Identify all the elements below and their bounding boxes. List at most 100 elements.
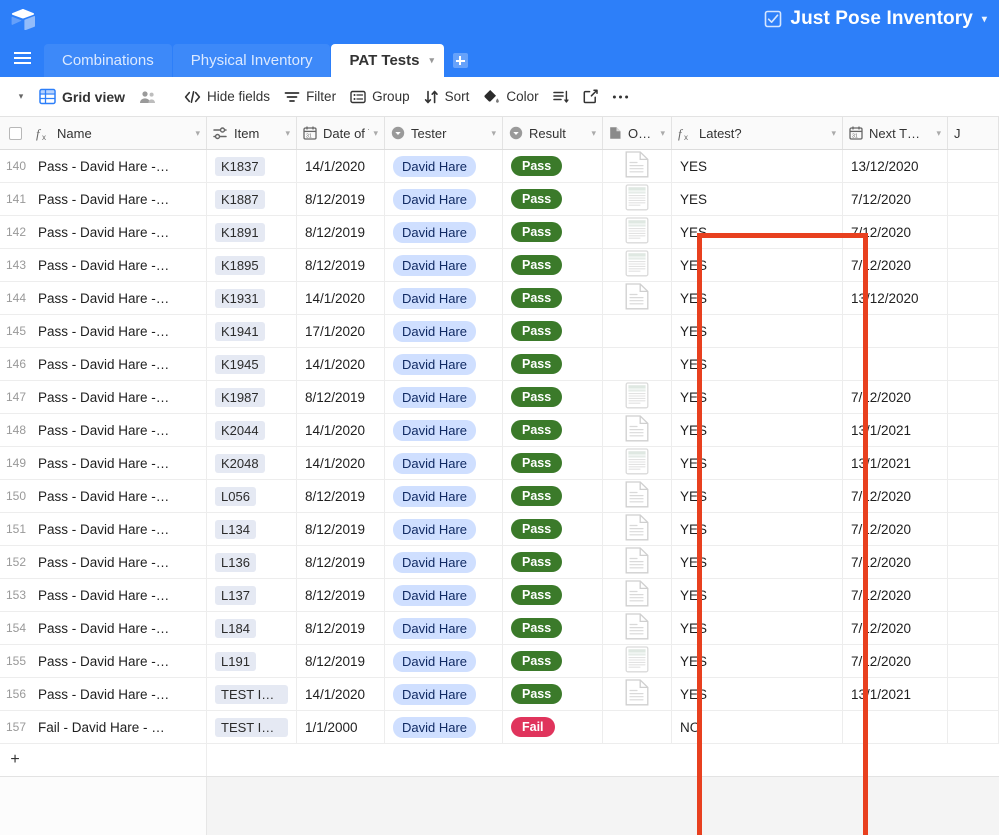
table-row[interactable]: 153 Pass - David Hare -… L137 8/12/2019 Davi… — [0, 579, 999, 612]
cell-attachment[interactable] — [603, 249, 672, 281]
cell-date-of-test[interactable]: 1/1/2000 — [297, 711, 385, 743]
cell-date-of-test[interactable]: 8/12/2019 — [297, 480, 385, 512]
cell-latest[interactable]: YES — [672, 381, 843, 413]
cell-partial[interactable] — [948, 315, 999, 347]
chevron-down-icon[interactable]: ▾ — [936, 128, 941, 139]
cell-result[interactable]: Pass — [503, 381, 603, 413]
cell-attachment[interactable] — [603, 183, 672, 215]
color-button[interactable]: Color — [476, 84, 545, 109]
cell-next-test[interactable]: 13/1/2021 — [843, 678, 948, 710]
cell-partial[interactable] — [948, 381, 999, 413]
table-row[interactable]: 142 Pass - David Hare -… K1891 8/12/2019 Dav… — [0, 216, 999, 249]
cell-name[interactable]: Pass - David Hare -… — [30, 315, 207, 347]
filter-button[interactable]: Filter — [277, 84, 343, 109]
cell-result[interactable]: Pass — [503, 348, 603, 380]
document-thumbnail-icon[interactable] — [625, 382, 649, 412]
cell-name[interactable]: Pass - David Hare -… — [30, 480, 207, 512]
cell-tester[interactable]: David Hare — [385, 513, 503, 545]
cell-item[interactable]: K1931 — [207, 282, 297, 314]
cell-partial[interactable] — [948, 216, 999, 248]
column-header-attachment[interactable]: O… ▾ — [603, 117, 672, 149]
document-page-icon[interactable] — [625, 415, 649, 445]
select-all-checkbox[interactable] — [0, 117, 30, 149]
cell-latest[interactable]: YES — [672, 513, 843, 545]
cell-result[interactable]: Fail — [503, 711, 603, 743]
cell-next-test[interactable]: 7/12/2020 — [843, 249, 948, 281]
hide-fields-button[interactable]: Hide fields — [177, 84, 277, 109]
cell-result[interactable]: Pass — [503, 480, 603, 512]
cell-latest[interactable]: YES — [672, 645, 843, 677]
cell-next-test[interactable]: 7/12/2020 — [843, 183, 948, 215]
cell-result[interactable]: Pass — [503, 612, 603, 644]
cell-latest[interactable]: YES — [672, 249, 843, 281]
cell-partial[interactable] — [948, 678, 999, 710]
workspace-name-button[interactable]: Just Pose Inventory ▾ — [764, 0, 987, 38]
column-header-result[interactable]: Result ▾ — [503, 117, 603, 149]
cell-name[interactable]: Pass - David Hare -… — [30, 183, 207, 215]
cell-partial[interactable] — [948, 447, 999, 479]
document-thumbnail-icon[interactable] — [625, 448, 649, 478]
chevron-down-icon[interactable]: ▾ — [285, 128, 290, 139]
cell-item[interactable]: K1941 — [207, 315, 297, 347]
cell-partial[interactable] — [948, 183, 999, 215]
cell-partial[interactable] — [948, 348, 999, 380]
table-row[interactable]: 140 Pass - David Hare -… K1837 14/1/2020 Dav… — [0, 150, 999, 183]
cell-date-of-test[interactable]: 8/12/2019 — [297, 579, 385, 611]
cell-tester[interactable]: David Hare — [385, 447, 503, 479]
cell-next-test[interactable]: 7/12/2020 — [843, 381, 948, 413]
document-page-icon[interactable] — [625, 613, 649, 643]
cell-latest[interactable]: YES — [672, 579, 843, 611]
cell-next-test[interactable] — [843, 315, 948, 347]
document-page-icon[interactable] — [625, 580, 649, 610]
cell-partial[interactable] — [948, 645, 999, 677]
cell-item[interactable]: L184 — [207, 612, 297, 644]
cell-date-of-test[interactable]: 14/1/2020 — [297, 447, 385, 479]
document-thumbnail-icon[interactable] — [625, 250, 649, 280]
cell-tester[interactable]: David Hare — [385, 678, 503, 710]
chevron-down-icon[interactable]: ▾ — [491, 128, 496, 139]
cell-tester[interactable]: David Hare — [385, 150, 503, 182]
add-table-button[interactable] — [445, 44, 475, 77]
cell-item[interactable]: L056 — [207, 480, 297, 512]
cell-latest[interactable]: YES — [672, 348, 843, 380]
cell-date-of-test[interactable]: 8/12/2019 — [297, 546, 385, 578]
cell-result[interactable]: Pass — [503, 216, 603, 248]
cell-latest[interactable]: YES — [672, 480, 843, 512]
more-options-button[interactable] — [605, 89, 636, 105]
cell-partial[interactable] — [948, 282, 999, 314]
cell-name[interactable]: Pass - David Hare -… — [30, 645, 207, 677]
cell-name[interactable]: Pass - David Hare -… — [30, 447, 207, 479]
cell-item[interactable]: K1895 — [207, 249, 297, 281]
cell-date-of-test[interactable]: 14/1/2020 — [297, 678, 385, 710]
cell-name[interactable]: Pass - David Hare -… — [30, 381, 207, 413]
cell-result[interactable]: Pass — [503, 414, 603, 446]
chevron-down-icon[interactable]: ▾ — [429, 55, 434, 66]
cell-name[interactable]: Pass - David Hare -… — [30, 249, 207, 281]
cell-item[interactable]: K1887 — [207, 183, 297, 215]
cell-partial[interactable] — [948, 150, 999, 182]
column-header-tester[interactable]: Tester ▾ — [385, 117, 503, 149]
cell-attachment[interactable] — [603, 447, 672, 479]
cell-next-test[interactable]: 7/12/2020 — [843, 480, 948, 512]
table-row[interactable]: 147 Pass - David Hare -… K1987 8/12/2019 Dav… — [0, 381, 999, 414]
cell-tester[interactable]: David Hare — [385, 183, 503, 215]
cell-tester[interactable]: David Hare — [385, 315, 503, 347]
cell-date-of-test[interactable]: 8/12/2019 — [297, 645, 385, 677]
cell-tester[interactable]: David Hare — [385, 579, 503, 611]
table-row[interactable]: 157 Fail - David Hare - … TEST ITEM 1/1/200… — [0, 711, 999, 744]
cell-next-test[interactable]: 7/12/2020 — [843, 546, 948, 578]
cell-tester[interactable]: David Hare — [385, 612, 503, 644]
cell-partial[interactable] — [948, 546, 999, 578]
add-record-row[interactable]: + — [0, 744, 999, 777]
cell-attachment[interactable] — [603, 150, 672, 182]
cell-item[interactable]: TEST ITEM — [207, 678, 297, 710]
cell-item[interactable]: TEST ITEM — [207, 711, 297, 743]
document-thumbnail-icon[interactable] — [625, 217, 649, 247]
cell-next-test[interactable]: 13/12/2020 — [843, 150, 948, 182]
cell-tester[interactable]: David Hare — [385, 348, 503, 380]
table-row[interactable]: 155 Pass - David Hare -… L191 8/12/2019 Davi… — [0, 645, 999, 678]
cell-item[interactable]: L134 — [207, 513, 297, 545]
cell-tester[interactable]: David Hare — [385, 480, 503, 512]
table-row[interactable]: 148 Pass - David Hare -… K2044 14/1/2020 Dav… — [0, 414, 999, 447]
document-page-icon[interactable] — [625, 481, 649, 511]
